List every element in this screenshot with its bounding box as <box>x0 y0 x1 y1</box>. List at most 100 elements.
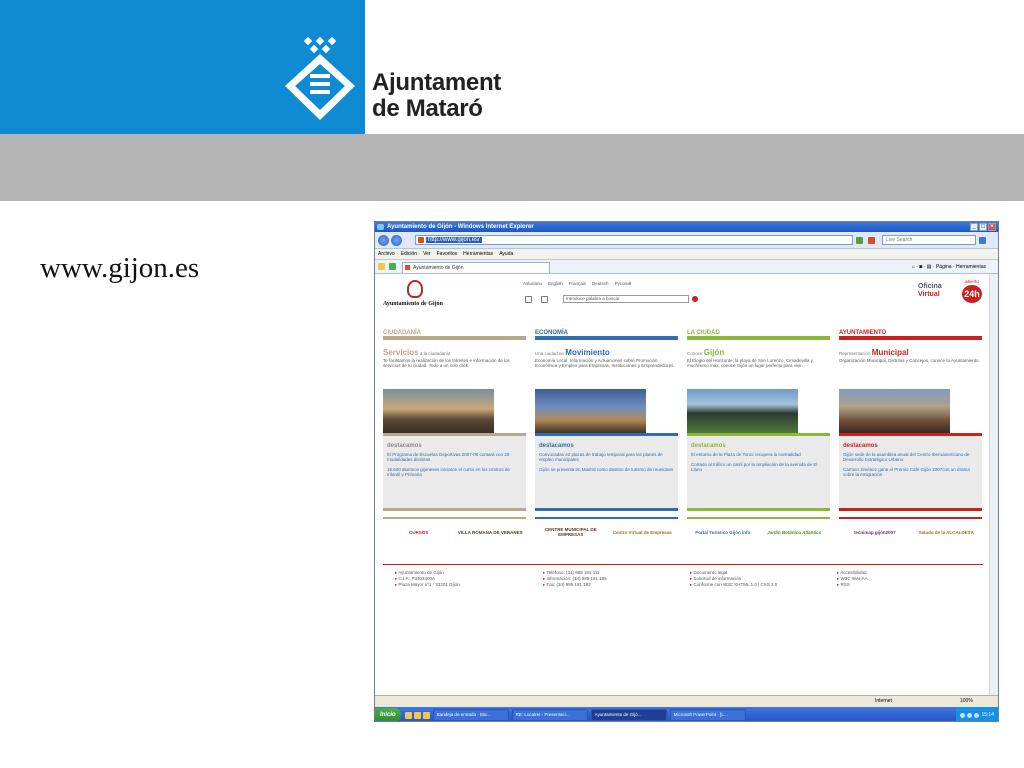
virtual-label: Virtual <box>918 291 940 298</box>
news-item[interactable]: El Programa de Escuelas Deportivas 2007-… <box>387 452 522 462</box>
start-button[interactable]: Inicio <box>375 708 401 721</box>
footer-link[interactable]: RSS <box>837 582 868 588</box>
banner-centro-virtual[interactable]: Centro Virtual de Empresas <box>607 519 679 545</box>
banner-portal-turistico[interactable]: Portal Turístico Gijón info <box>687 519 759 545</box>
menu-item-archivo[interactable]: Archivo <box>378 249 395 259</box>
back-arrow-icon[interactable] <box>378 235 389 246</box>
task-localret[interactable]: RE: Localret - Presentaci... <box>511 709 588 721</box>
window-title: Ayuntamiento de Gijón - Windows Internet… <box>387 224 534 230</box>
forward-arrow-icon[interactable] <box>391 235 402 246</box>
tabs-bar: Ayuntamiento de Gijón ⌂ · ◙ · ▤ · Página… <box>375 260 998 274</box>
column-head[interactable]: AYUNTAMIENTO <box>839 330 982 340</box>
quick-launch-icon[interactable] <box>422 711 430 719</box>
slide-caption: www.gijon.es <box>40 252 200 284</box>
news-item[interactable]: Gijón se presenta en Madrid como destino… <box>539 467 674 472</box>
footer-col-accessibility: Accesibilidad W3C WAI-AA RSS <box>837 570 868 588</box>
quick-launch-icon[interactable] <box>413 711 421 719</box>
news-item[interactable]: Gijón sede de la asamblea anual del Cent… <box>843 452 978 462</box>
column-title-big: Gijón <box>703 348 725 357</box>
destacamos-box: destacamos Convocadas 42 plazas de traba… <box>535 436 678 508</box>
rss-icon[interactable]: ◙ <box>919 264 922 270</box>
open-24h-badge[interactable]: abierto 24h <box>961 279 983 305</box>
home-icon[interactable] <box>525 296 532 303</box>
address-input[interactable]: http://www.gijon.es/ <box>415 235 853 245</box>
tray-icon[interactable] <box>974 712 980 718</box>
close-icon[interactable]: × <box>988 223 996 231</box>
minimize-icon[interactable]: _ <box>970 223 978 231</box>
menu-item-favoritos[interactable]: Favoritos <box>437 249 458 259</box>
news-item[interactable]: 16.600 alumnos gijoneses iniciaron el cu… <box>387 467 522 477</box>
address-toolbar: http://www.gijon.es/ Live Search <box>375 232 998 249</box>
favorites-star-icon[interactable] <box>378 263 385 270</box>
banner-tecnimap[interactable]: tecnimap gijón2007 <box>839 519 911 545</box>
column-desc: El Elogio del Horizonte, la playa de San… <box>687 358 813 368</box>
task-powerpoint[interactable]: Microsoft PowerPoint - [L... <box>669 709 746 721</box>
banner-centre-empresas[interactable]: CENTRE MUNICIPAL DE EMPRESAS <box>535 519 607 545</box>
news-item[interactable]: Convocadas 42 plazas de trabajo temporal… <box>539 452 674 462</box>
page-menu[interactable]: Página <box>936 264 952 270</box>
footer-link[interactable]: Conforme con W3C XHTML 1.0 | CSS 2.0 <box>690 582 778 588</box>
column-banners: tecnimap gijón2007 Saludo de la ALCALDES… <box>839 517 982 545</box>
hours-label: 24h <box>962 285 982 303</box>
site-search-go-icon[interactable] <box>692 296 698 302</box>
destacamos-title: destacamos <box>691 443 726 449</box>
ie-icon <box>377 224 384 230</box>
lang-deutsch[interactable]: Deutsch <box>592 281 609 286</box>
mataro-logo-text: Ajuntament de Mataró <box>372 70 501 122</box>
quick-launch-icon[interactable] <box>404 711 412 719</box>
home-icon[interactable]: ⌂ <box>912 264 915 270</box>
menu-item-herramientas[interactable]: Herramientas <box>463 249 493 259</box>
menu-item-edicion[interactable]: Edición <box>401 249 417 259</box>
banner-villa-romana[interactable]: VILLA ROMANA DE VERANES <box>455 519 527 545</box>
add-favorite-icon[interactable] <box>389 263 396 270</box>
column-title[interactable]: Conoce Gijón <box>687 348 830 357</box>
column-photo <box>687 389 798 433</box>
refresh-icon[interactable] <box>856 237 863 244</box>
vertical-scrollbar[interactable] <box>989 274 998 695</box>
favicon-icon <box>418 237 424 243</box>
destacamos-box: destacamos El entorno de la Plaza de Tor… <box>687 436 830 508</box>
tab-gijon[interactable]: Ayuntamiento de Gijón <box>402 262 550 273</box>
zoom-level[interactable]: 100% <box>960 696 973 707</box>
banner-jardin-botanico[interactable]: Jardín Botánico Atlántico <box>759 519 831 545</box>
news-item[interactable]: Carmen Jiménez gana el Premio Café Gijón… <box>843 467 978 477</box>
column-head[interactable]: CIUDADANÍA <box>383 330 526 340</box>
site-search-input[interactable]: Introduce palabra a buscar <box>563 295 689 303</box>
news-item[interactable]: Cortado al tráfico un carril por la ampl… <box>691 462 826 472</box>
task-inbox[interactable]: Bandeja de entrada - Mic... <box>432 709 509 721</box>
gijon-logo[interactable]: Ayuntamiento de Gijón <box>383 280 463 307</box>
column-bar <box>535 508 678 511</box>
column-la-ciudad: LA CIUDAD Conoce Gijón El Elogio del Hor… <box>687 330 830 545</box>
banner-cursos[interactable]: CURSOS <box>383 519 455 545</box>
lang-russian[interactable]: Русский <box>615 281 632 286</box>
footer-col-address: Ayuntamiento de Gijón C.I.F.: P3302400A … <box>395 570 459 588</box>
lang-english[interactable]: English <box>548 281 563 286</box>
header-gray-band <box>0 134 1024 201</box>
column-ciudadania: CIUDADANÍA Servicios a la ciudadanía Te … <box>383 330 526 545</box>
sitemap-icon[interactable] <box>541 296 548 303</box>
news-item[interactable]: El entorno de la Plaza de Toros recupera… <box>691 452 826 457</box>
column-title[interactable]: Representación Municipal <box>839 348 982 357</box>
stop-icon[interactable] <box>868 237 875 244</box>
column-desc: Te facilitamos la realización de los trá… <box>383 358 510 368</box>
menu-item-ver[interactable]: Ver <box>423 249 431 259</box>
column-head[interactable]: ECONOMÍA <box>535 330 678 340</box>
search-icon[interactable] <box>979 237 986 244</box>
tray-icon[interactable] <box>960 712 966 718</box>
tray-icon[interactable] <box>967 712 973 718</box>
live-search-input[interactable]: Live Search <box>882 235 976 245</box>
column-title[interactable]: Una ciudad en Movimiento <box>535 348 678 357</box>
maximize-icon[interactable]: □ <box>979 223 987 231</box>
lang-francais[interactable]: Français <box>569 281 586 286</box>
tools-menu[interactable]: Herramientas <box>956 264 986 270</box>
banner-alcaldesa[interactable]: Saludo de la ALCALDESA <box>911 519 983 545</box>
print-icon[interactable]: ▤ <box>927 264 932 270</box>
task-gijon[interactable]: Ayuntamiento de Gijó... <box>590 709 667 721</box>
column-head[interactable]: LA CIUDAD <box>687 330 830 340</box>
column-title[interactable]: Servicios a la ciudadanía <box>383 348 526 357</box>
destacamos-title: destacamos <box>539 443 574 449</box>
oficina-virtual-link[interactable]: Oficina Virtual <box>918 283 942 299</box>
menu-item-ayuda[interactable]: Ayuda <box>499 249 513 259</box>
lang-asturianu[interactable]: Asturianu <box>523 281 542 286</box>
column-title-small: a la ciudadanía <box>419 351 451 356</box>
